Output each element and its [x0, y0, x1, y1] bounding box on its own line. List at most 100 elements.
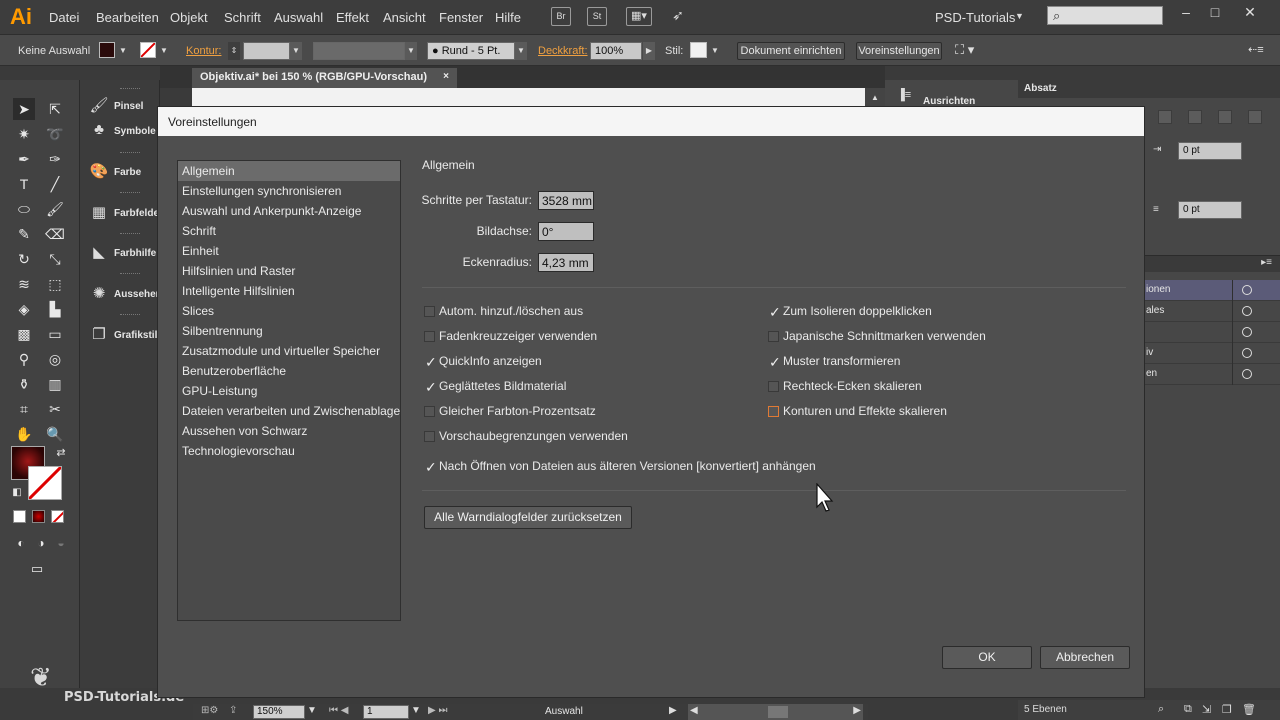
dock-grip[interactable]: [120, 88, 140, 91]
zoom-field[interactable]: 150%: [253, 705, 305, 719]
screen-mode-icon[interactable]: ▭: [26, 558, 48, 580]
shape-builder-tool-icon[interactable]: ◈: [13, 298, 35, 320]
menu-bearbeiten[interactable]: Bearbeiten: [96, 10, 159, 25]
checkbox-checked[interactable]: ✓: [768, 305, 781, 319]
menu-datei[interactable]: Datei: [49, 10, 79, 25]
new-sublayer-icon[interactable]: ⇲: [1202, 703, 1211, 716]
dock-grip[interactable]: [120, 233, 140, 236]
close-icon[interactable]: ×: [443, 71, 449, 82]
chevron-down-icon[interactable]: ▼: [158, 42, 170, 60]
category-item[interactable]: Aussehen von Schwarz: [178, 421, 400, 441]
close-button[interactable]: ✕: [1240, 4, 1260, 21]
direct-selection-tool-icon[interactable]: ⇱: [44, 98, 66, 120]
pencil-tool-icon[interactable]: ✎: [13, 223, 35, 245]
menu-ansicht[interactable]: Ansicht: [383, 10, 426, 25]
dock-grip[interactable]: [120, 192, 140, 195]
reset-warnings-button[interactable]: Alle Warndialogfelder zurücksetzen: [424, 506, 632, 529]
dock-item-farbhilfe[interactable]: ◣ Farbhilfe: [86, 239, 160, 269]
none-mode-icon[interactable]: [51, 510, 64, 523]
swap-colors-icon[interactable]: ⇄: [50, 442, 72, 464]
checkbox[interactable]: [768, 331, 779, 342]
workspace-switcher[interactable]: PSD-Tutorials: [935, 10, 1015, 25]
checkbox-checked[interactable]: ✓: [768, 355, 781, 369]
mesh-tool-icon[interactable]: ▩: [13, 323, 35, 345]
width-tool-icon[interactable]: ≋: [13, 273, 35, 295]
dock-item-farbfelder[interactable]: ▦ Farbfelder: [86, 199, 163, 229]
selection-tool-icon[interactable]: ➤: [13, 98, 35, 120]
panel-menu-icon[interactable]: ⇠≡: [1248, 43, 1264, 56]
stroke-color-swatch[interactable]: [27, 465, 63, 501]
target-icon[interactable]: [1242, 348, 1252, 358]
checkbox[interactable]: [424, 306, 435, 317]
draw-normal-icon[interactable]: ◐: [10, 532, 32, 554]
clipping-mask-icon[interactable]: ⧉: [1184, 703, 1192, 716]
default-colors-icon[interactable]: ◧: [6, 482, 28, 504]
dock-grip[interactable]: [120, 314, 140, 317]
target-icon[interactable]: [1242, 369, 1252, 379]
space-after-field[interactable]: 0 pt: [1178, 201, 1242, 219]
category-item[interactable]: Technologievorschau: [178, 441, 400, 461]
next-page-icon[interactable]: ▶ ⏭: [428, 705, 447, 716]
slice-tool-icon[interactable]: ✂: [44, 398, 66, 420]
dialog-titlebar[interactable]: Voreinstellungen: [158, 107, 1144, 136]
cancel-button[interactable]: Abbrechen: [1040, 646, 1130, 669]
symbol-sprayer-tool-icon[interactable]: ⚱: [13, 373, 35, 395]
free-transform-tool-icon[interactable]: ⬚: [44, 273, 66, 295]
column-graph-tool-icon[interactable]: ▥: [44, 373, 66, 395]
type-tool-icon[interactable]: T: [13, 173, 35, 195]
dock-item-farbe[interactable]: 🎨 Farbe: [86, 158, 160, 188]
eyedropper-tool-icon[interactable]: ⚲: [13, 348, 35, 370]
checkbox[interactable]: [424, 406, 435, 417]
stroke-weight-field[interactable]: [243, 42, 290, 60]
artboard-tool-icon[interactable]: ⌗: [13, 398, 35, 420]
line-tool-icon[interactable]: ╱: [44, 173, 66, 195]
artboard-canvas[interactable]: [192, 88, 865, 108]
category-item[interactable]: Slices: [178, 301, 400, 321]
gpu-performance-icon[interactable]: ➶: [668, 7, 688, 26]
scroll-left-icon[interactable]: ◀: [690, 705, 698, 716]
lasso-tool-icon[interactable]: ➰: [44, 123, 66, 145]
category-item[interactable]: Zusatzmodule und virtueller Speicher: [178, 341, 400, 361]
category-item[interactable]: Silbentrennung: [178, 321, 400, 341]
page-field[interactable]: 1: [363, 705, 409, 719]
preferences-button[interactable]: Voreinstellungen: [856, 42, 942, 60]
minimize-button[interactable]: –: [1176, 4, 1196, 20]
chevron-down-icon[interactable]: ▼: [290, 42, 302, 60]
draw-inside-icon[interactable]: ◒: [50, 532, 72, 554]
chevron-down-icon[interactable]: ▼: [515, 42, 527, 60]
scrollbar-thumb[interactable]: [768, 706, 788, 718]
variable-width-profile[interactable]: [313, 42, 405, 60]
hand-tool-icon[interactable]: ✋: [13, 423, 35, 445]
graph-tool-icon[interactable]: ▙: [44, 298, 66, 320]
category-item[interactable]: Dateien verarbeiten und Zwischenablage: [178, 401, 400, 421]
scroll-right-icon[interactable]: ▶: [853, 705, 861, 716]
gradient-tool-icon[interactable]: ▭: [44, 323, 66, 345]
document-tab[interactable]: Objektiv.ai* bei 150 % (RGB/GPU-Vorschau…: [192, 68, 457, 88]
checkbox[interactable]: [768, 406, 779, 417]
chevron-right-icon[interactable]: ▶: [643, 42, 655, 60]
brush-definition[interactable]: ● Rund - 5 Pt.: [427, 42, 515, 60]
gradient-mode-icon[interactable]: [32, 510, 45, 523]
ellipse-tool-icon[interactable]: ⬭: [13, 198, 35, 220]
maximize-button[interactable]: □: [1205, 4, 1225, 20]
artboard-nav-icon[interactable]: ⊞⚙: [201, 705, 218, 716]
chevron-down-icon[interactable]: ▼: [1015, 11, 1024, 21]
chevron-down-icon[interactable]: ▼: [307, 705, 317, 716]
rotate-tool-icon[interactable]: ↻: [13, 248, 35, 270]
checkbox-checked[interactable]: ✓: [424, 380, 437, 394]
align-right-icon[interactable]: [1218, 110, 1232, 124]
arrange-documents-icon[interactable]: ▦▾: [626, 7, 652, 26]
indent-field[interactable]: 0 pt: [1178, 142, 1242, 160]
search-input[interactable]: ⌕: [1047, 6, 1163, 25]
checkbox[interactable]: [424, 431, 435, 442]
fill-swatch[interactable]: [99, 42, 115, 58]
keyboard-increment-field[interactable]: 3528 mm: [538, 191, 594, 210]
checkbox-checked[interactable]: ✓: [424, 460, 437, 474]
pen-tool-icon[interactable]: ✒: [13, 148, 35, 170]
horizontal-scrollbar[interactable]: ◀ ▶: [688, 704, 863, 720]
chevron-down-icon[interactable]: ▼: [709, 42, 721, 60]
draw-behind-icon[interactable]: ◑: [30, 532, 52, 554]
menu-auswahl[interactable]: Auswahl: [274, 10, 323, 25]
eraser-tool-icon[interactable]: ⌫: [44, 223, 66, 245]
stroke-swatch[interactable]: [140, 42, 156, 58]
